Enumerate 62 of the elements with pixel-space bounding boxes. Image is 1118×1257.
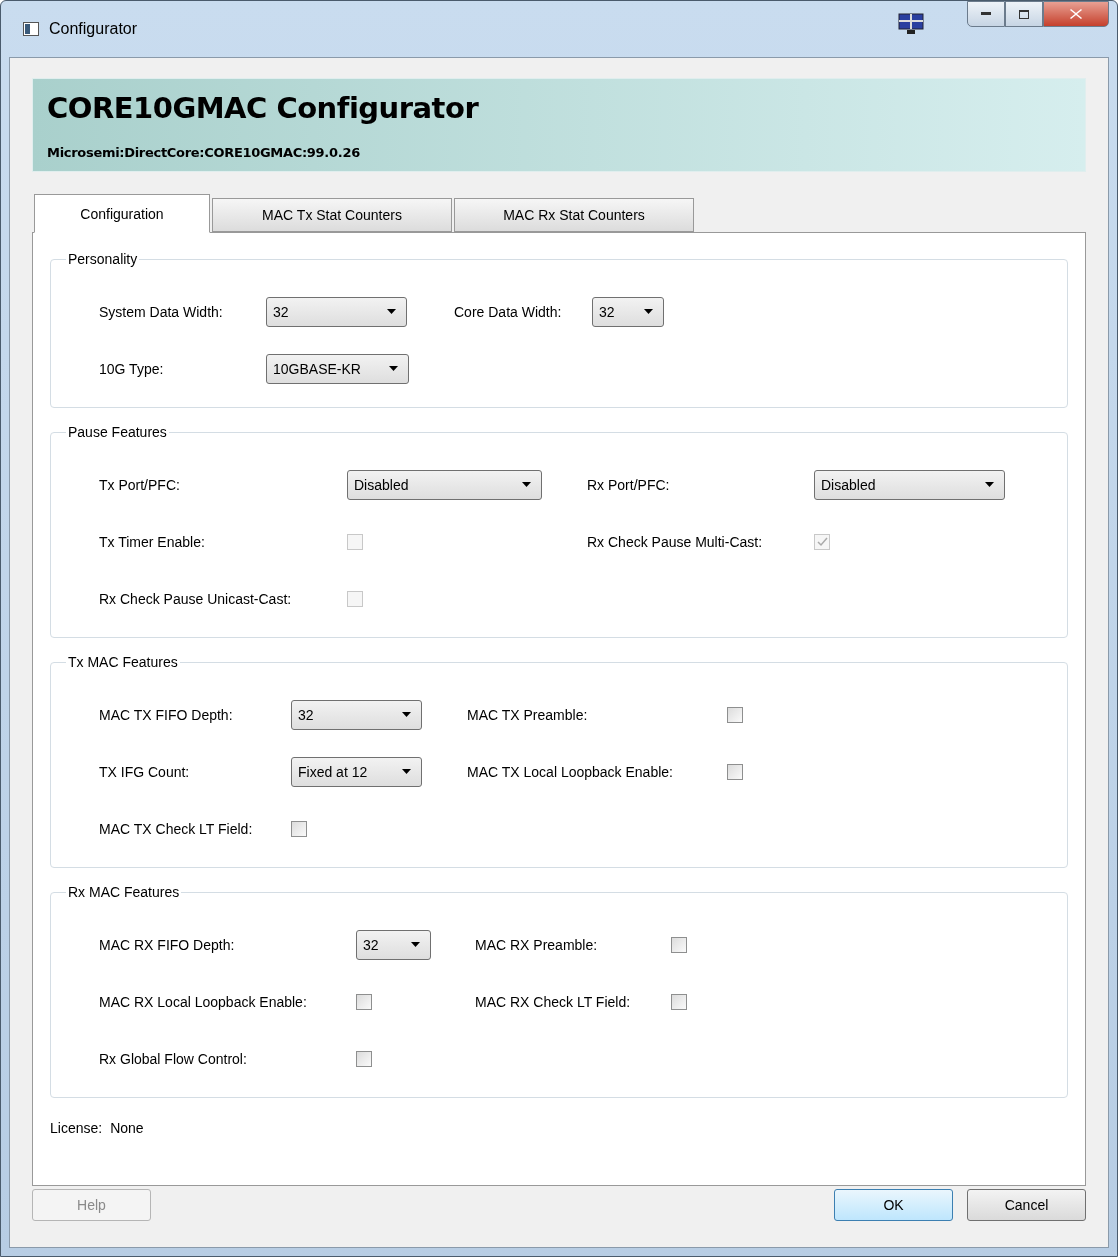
dropdown[interactable]: Disabled (347, 469, 542, 500)
group-title: Pause Features (67, 424, 168, 440)
field-label: Rx Check Pause Unicast-Cast: (99, 590, 293, 607)
checkbox[interactable] (356, 1050, 372, 1067)
caret-icon (522, 482, 531, 487)
field-label: 10G Type: (99, 360, 165, 377)
close-icon (1070, 9, 1082, 19)
field-label: MAC RX Check LT Field: (475, 993, 632, 1010)
dropdown[interactable]: 10GBASE-KR (266, 353, 409, 384)
window-icon (23, 22, 39, 36)
field-label: Core Data Width: (454, 303, 563, 320)
maximize-button[interactable] (1005, 1, 1043, 27)
group-title: Personality (67, 251, 139, 267)
tab[interactable]: Configuration (34, 194, 210, 233)
caret-icon (387, 309, 396, 314)
dialog-button[interactable]: Cancel (967, 1189, 1086, 1221)
dropdown[interactable]: 32 (291, 699, 422, 730)
checkbox[interactable] (671, 936, 687, 953)
field-label: Tx Timer Enable: (99, 533, 206, 550)
checkbox[interactable] (291, 820, 307, 837)
minimize-icon (981, 12, 991, 16)
checkbox[interactable] (727, 763, 743, 780)
field-label: TX IFG Count: (99, 763, 191, 780)
caret-icon (402, 769, 411, 774)
caret-icon (644, 309, 653, 314)
checkbox[interactable] (356, 993, 372, 1010)
caret-icon (411, 942, 420, 947)
field-label: Tx Port/PFC: (99, 476, 181, 493)
caret-icon (389, 366, 398, 371)
caret-icon (402, 712, 411, 717)
group-title: Rx MAC Features (67, 884, 181, 900)
window-title: Configurator (49, 20, 138, 38)
dropdown[interactable]: 32 (592, 296, 664, 327)
checkbox[interactable] (671, 993, 687, 1010)
minimize-button[interactable] (967, 1, 1005, 27)
field-label: MAC RX Preamble: (475, 936, 599, 953)
field-label: MAC TX FIFO Depth: (99, 706, 234, 723)
field-label: Rx Check Pause Multi-Cast: (587, 533, 764, 550)
caret-icon (985, 482, 994, 487)
dropdown[interactable]: 32 (356, 929, 431, 960)
dropdown[interactable]: 32 (266, 296, 407, 327)
monitor-icon[interactable] (898, 13, 924, 35)
field-label: Rx Global Flow Control: (99, 1050, 248, 1067)
header-title: CORE10GMAC Configurator (47, 91, 480, 125)
checkbox[interactable] (727, 706, 743, 723)
field-label: MAC TX Local Loopback Enable: (467, 763, 674, 780)
dropdown[interactable]: Fixed at 12 (291, 756, 422, 787)
tab[interactable]: MAC Rx Stat Counters (454, 198, 694, 232)
dialog-button[interactable]: OK (834, 1189, 953, 1221)
field-label: MAC TX Preamble: (467, 706, 589, 723)
maximize-icon (1019, 9, 1029, 19)
field-label: Rx Port/PFC: (587, 476, 671, 493)
field-label: MAC RX FIFO Depth: (99, 936, 236, 953)
tab[interactable]: MAC Tx Stat Counters (212, 198, 452, 232)
license-value: None (110, 1120, 144, 1136)
field-label: System Data Width: (99, 303, 224, 320)
group-title: Tx MAC Features (67, 654, 179, 670)
header-subtitle: Microsemi:DirectCore:CORE10GMAC:99.0.26 (47, 145, 361, 160)
field-label: MAC RX Local Loopback Enable: (99, 993, 308, 1010)
dropdown[interactable]: Disabled (814, 469, 1005, 500)
license-label: License: (50, 1120, 103, 1136)
field-label: MAC TX Check LT Field: (99, 820, 254, 837)
